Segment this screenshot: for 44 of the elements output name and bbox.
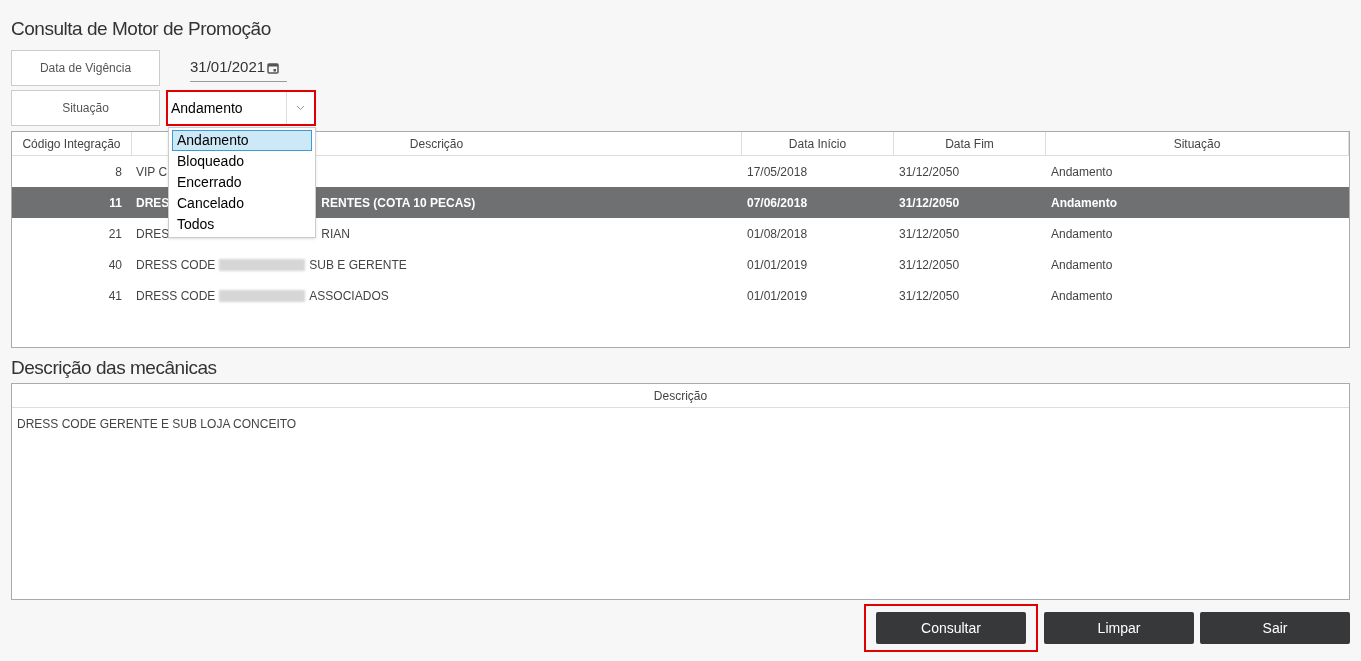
table-cell-text: RENTES (COTA 10 PECAS) [321, 194, 476, 212]
dropdown-option[interactable]: Andamento [172, 130, 312, 151]
table-cell-text: 11 [108, 194, 123, 212]
table-cell-text: Andamento [1050, 256, 1114, 274]
table-cell-text: DRES [136, 225, 170, 243]
calendar-icon[interactable] [267, 61, 280, 74]
table-cell-text: ASSOCIADOS [309, 287, 389, 305]
table-cell-text: 21 [107, 225, 123, 243]
table-cell-text: 8 [114, 163, 123, 181]
table-cell-text: 01/01/2019 [746, 256, 809, 274]
table-cell-text: 40 [107, 256, 123, 274]
table-cell-text: 01/01/2019 [746, 287, 809, 305]
dropdown-option[interactable]: Cancelado [172, 193, 312, 214]
table-cell-text: 31/12/2050 [898, 225, 961, 243]
table-cell-text: VIP C [136, 163, 168, 181]
table-cell-text: 07/06/2018 [746, 194, 809, 212]
field-label: Situação [11, 90, 160, 126]
table-cell-text: DRES [136, 194, 170, 212]
table-cell-text: RIAN [321, 225, 350, 243]
date-field[interactable]: 31/01/2021 [190, 54, 287, 82]
field-label: Data de Vigência [11, 50, 160, 86]
table-cell-text: 31/12/2050 [898, 256, 961, 274]
action-button[interactable]: Sair [1200, 612, 1350, 644]
table-cell-text: 31/12/2050 [898, 287, 961, 305]
section-title: Descrição das mecânicas [11, 356, 218, 380]
table-cell-text: DRESS CODE GERENTE E SUB LOJA CONCEITO [16, 415, 298, 433]
table-cell-text: 31/12/2050 [898, 194, 961, 212]
table-cell-text: DRESS CODE [136, 256, 216, 274]
chevron-down-icon [296, 105, 305, 111]
table-cell-text: 41 [107, 287, 123, 305]
page-title: Consulta de Motor de Promoção [11, 17, 272, 41]
table-cell-text: Andamento [1050, 287, 1114, 305]
action-button[interactable]: Consultar [876, 612, 1026, 644]
table-cell-text: 01/08/2018 [746, 225, 809, 243]
table-cell-text: 31/12/2050 [898, 163, 961, 181]
column-header[interactable]: Descrição [12, 384, 1349, 408]
status-dropdown[interactable]: Andamento [166, 90, 316, 126]
table-cell-text: Andamento [1050, 163, 1114, 181]
table-cell-text: 17/05/2018 [746, 163, 809, 181]
table-cell-text: SUB E GERENTE [309, 256, 407, 274]
action-button[interactable]: Limpar [1044, 612, 1194, 644]
table-cell-text: Andamento [1050, 225, 1114, 243]
table-cell-text: Andamento [1050, 194, 1118, 212]
table-cell-text: DRESS CODE [136, 287, 216, 305]
